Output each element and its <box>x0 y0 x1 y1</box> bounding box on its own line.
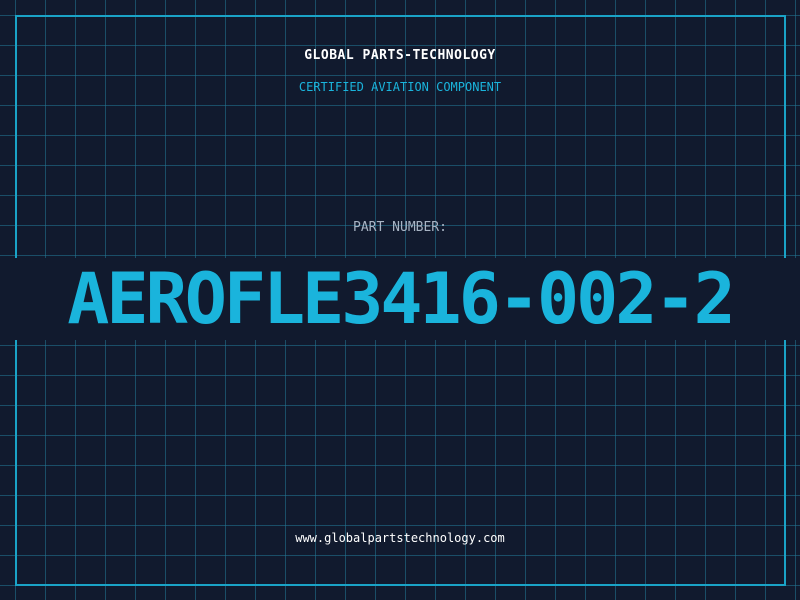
website-url: www.globalpartstechnology.com <box>295 531 505 545</box>
part-number-value: AEROFLE3416-002-2 <box>67 258 735 340</box>
certification-subtitle: CERTIFIED AVIATION COMPONENT <box>298 80 502 94</box>
part-number-label: PART NUMBER: <box>353 220 447 235</box>
part-label-card: GLOBAL PARTS-TECHNOLOGY CERTIFIED AVIATI… <box>0 0 800 600</box>
brand-name: GLOBAL PARTS-TECHNOLOGY <box>304 48 496 63</box>
